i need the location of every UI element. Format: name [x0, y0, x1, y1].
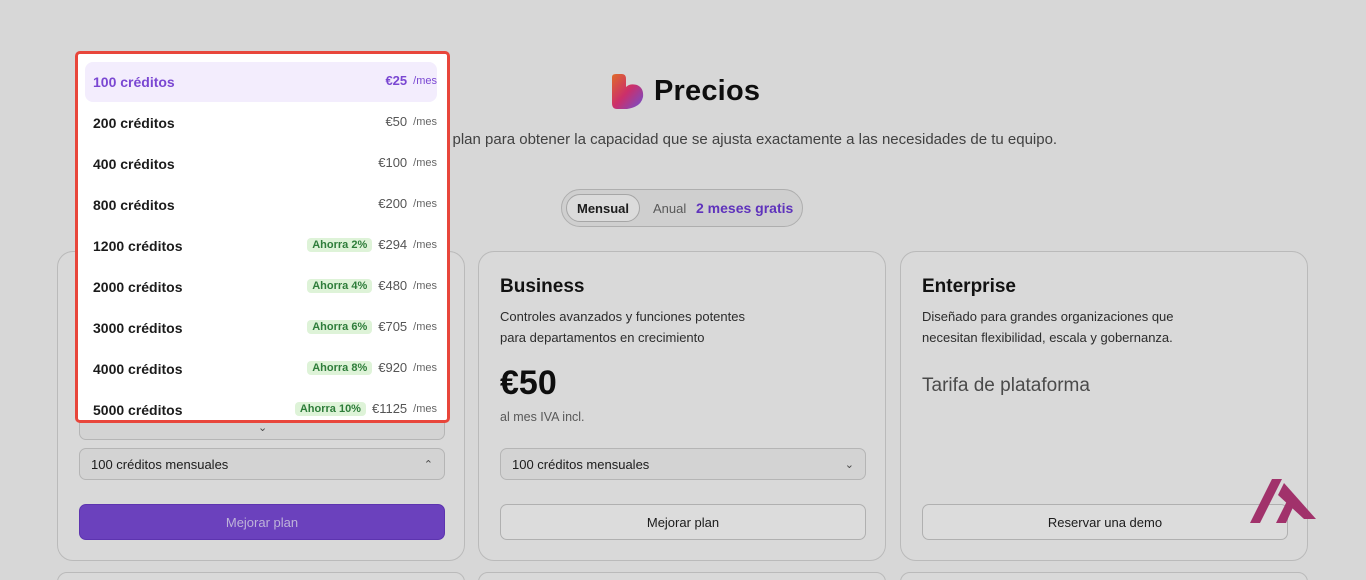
option-label: 1200 créditos [93, 238, 183, 254]
dropdown-option[interactable]: 4000 créditos Ahorra 8% €920 /mes [85, 349, 437, 389]
option-label: 100 créditos [93, 74, 175, 90]
savings-badge: Ahorra 2% [307, 237, 373, 252]
credits-dropdown-list: 100 créditos €25 /mes 200 créditos €50 /… [75, 51, 450, 423]
option-label: 400 créditos [93, 156, 175, 172]
option-price-group: €100 /mes [378, 155, 437, 170]
option-price: €50 [385, 114, 408, 129]
option-price-group: Ahorra 2% €294 /mes [307, 237, 437, 252]
option-price: €25 [385, 73, 408, 88]
option-price-group: Ahorra 8% €920 /mes [307, 360, 437, 375]
option-price: €294 [378, 237, 408, 252]
savings-badge: Ahorra 6% [307, 319, 373, 334]
savings-badge: Ahorra 10% [294, 401, 366, 416]
option-unit: /mes [413, 197, 437, 210]
option-label: 2000 créditos [93, 279, 183, 295]
option-price-group: €200 /mes [378, 196, 437, 211]
option-label: 4000 créditos [93, 361, 183, 377]
dropdown-option[interactable]: 200 créditos €50 /mes [85, 103, 437, 143]
dropdown-option[interactable]: 5000 créditos Ahorra 10% €1125 /mes [85, 390, 437, 420]
option-price-group: Ahorra 6% €705 /mes [307, 319, 437, 334]
option-price: €920 [378, 360, 408, 375]
dropdown-option[interactable]: 400 créditos €100 /mes [85, 144, 437, 184]
option-price: €200 [378, 196, 408, 211]
dropdown-option[interactable]: 1200 créditos Ahorra 2% €294 /mes [85, 226, 437, 266]
option-label: 5000 créditos [93, 402, 183, 418]
dropdown-option[interactable]: 2000 créditos Ahorra 4% €480 /mes [85, 267, 437, 307]
option-label: 200 créditos [93, 115, 175, 131]
option-unit: /mes [413, 361, 437, 374]
option-price: €100 [378, 155, 408, 170]
option-price: €1125 [371, 401, 408, 416]
option-label: 800 créditos [93, 197, 175, 213]
savings-badge: Ahorra 4% [307, 278, 373, 293]
dropdown-option[interactable]: 800 créditos €200 /mes [85, 185, 437, 225]
savings-badge: Ahorra 8% [307, 360, 373, 375]
option-unit: /mes [413, 115, 437, 128]
option-unit: /mes [413, 279, 437, 292]
option-price-group: Ahorra 10% €1125 /mes [294, 401, 437, 416]
option-unit: /mes [413, 320, 437, 333]
option-label: 3000 créditos [93, 320, 183, 336]
dropdown-option[interactable]: 3000 créditos Ahorra 6% €705 /mes [85, 308, 437, 348]
option-unit: /mes [413, 402, 437, 415]
option-unit: /mes [413, 156, 437, 169]
option-price-group: Ahorra 4% €480 /mes [307, 278, 437, 293]
option-price-group: €25 /mes [385, 73, 437, 88]
option-unit: /mes [413, 238, 437, 251]
dropdown-option[interactable]: 100 créditos €25 /mes [85, 62, 437, 102]
option-price-group: €50 /mes [385, 114, 437, 129]
option-price: €480 [378, 278, 408, 293]
option-price: €705 [378, 319, 408, 334]
option-unit: /mes [413, 74, 437, 87]
